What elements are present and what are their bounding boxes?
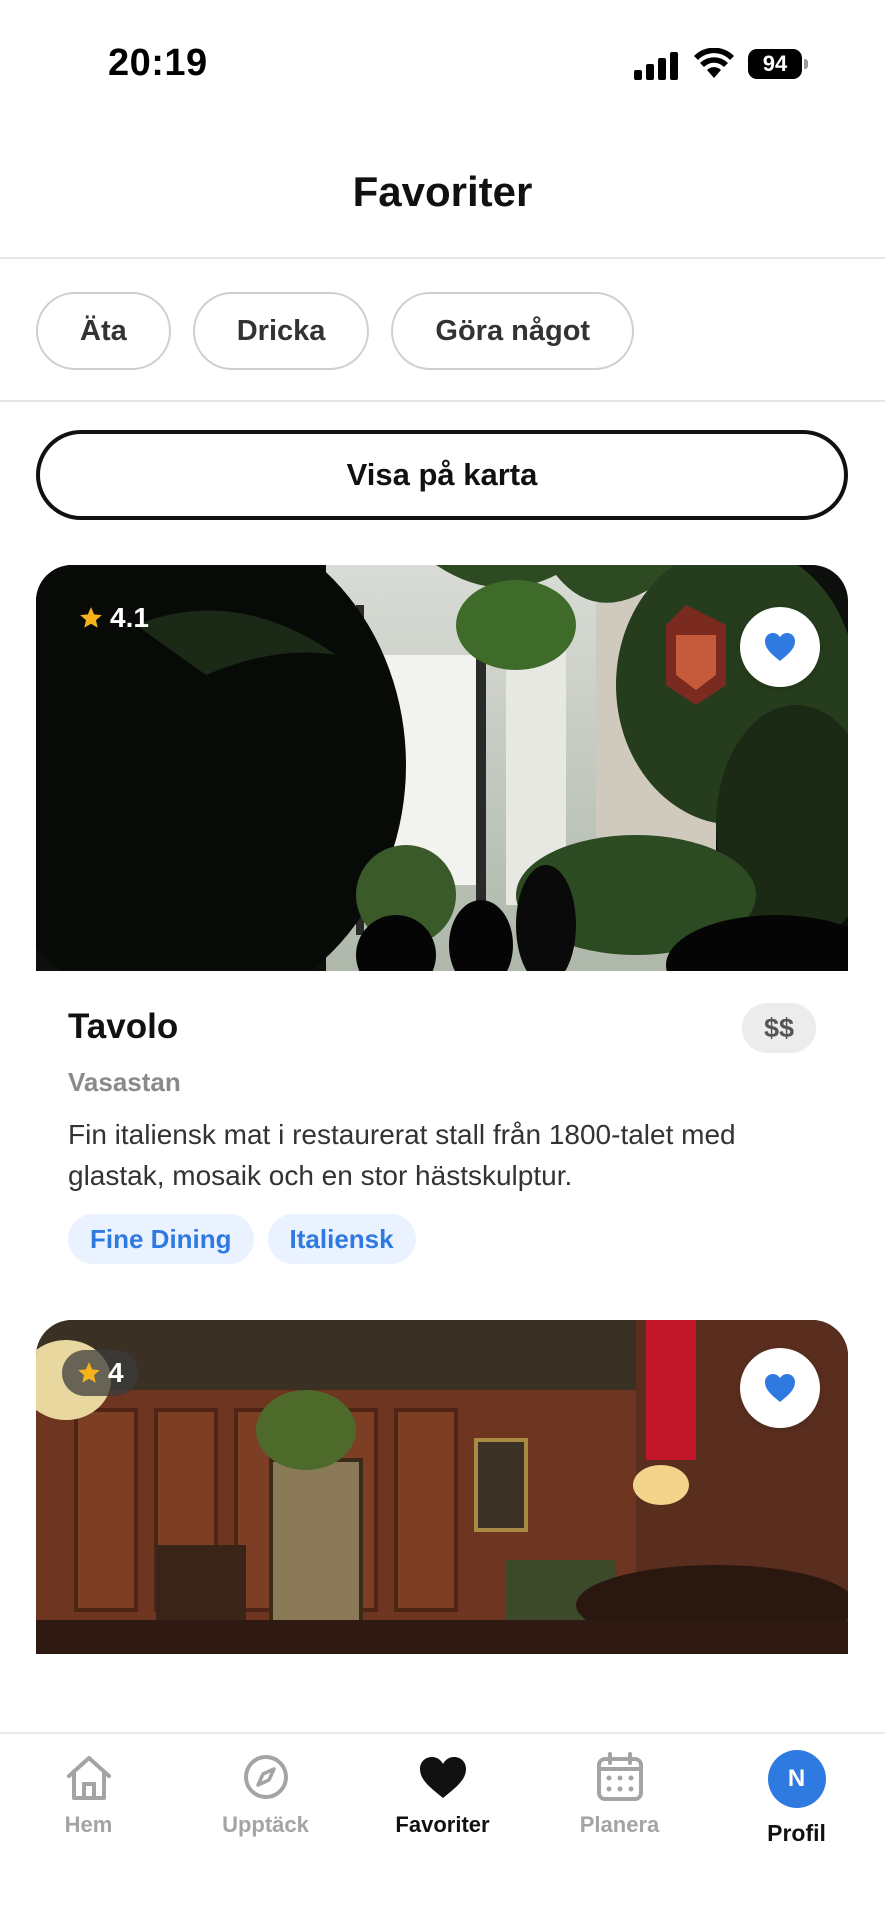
star-icon [80,607,102,628]
heart-icon [765,633,795,661]
filter-chip-gora-nagot[interactable]: Göra något [391,292,635,370]
tab-planera[interactable]: Planera [531,1750,708,1838]
battery-icon: 94 [748,49,808,79]
tab-bar: Hem Upptäck Favoriter Planera N Profil [0,1732,885,1920]
calendar-icon [596,1752,643,1801]
filter-chip-ata[interactable]: Äta [36,292,171,370]
battery-level: 94 [748,49,802,79]
favorite-button[interactable] [740,1348,820,1428]
price-badge: $$ [741,1003,816,1053]
heart-icon [765,1374,795,1402]
favorite-button[interactable] [740,607,820,687]
filter-chip-dricka[interactable]: Dricka [192,292,370,370]
home-icon [66,1756,111,1800]
header-divider [0,257,885,259]
place-description: Fin italiensk mat i restaurerat stall fr… [68,1119,736,1191]
page-title: Favoriter [352,168,533,215]
compass-icon [243,1755,288,1799]
tab-label: Hem [64,1812,113,1837]
cellular-signal-icon [634,52,678,80]
place-card[interactable]: 4.1 Tavolo $$ Vasastan Fin italiensk mat… [36,565,848,1264]
tab-label: Upptäck [222,1812,309,1837]
tab-hem[interactable]: Hem [0,1750,177,1838]
tab-label: Profil [767,1820,826,1846]
place-name: Tavolo [68,1007,179,1046]
filter-divider [0,400,885,402]
status-time: 20:19 [108,42,208,84]
place-details: Tavolo $$ Vasastan Fin italiensk mat i r… [36,971,848,1264]
place-photo: 4 [36,1320,848,1654]
tag-list: Fine Dining Italiensk [68,1214,816,1264]
show-on-map-button[interactable]: Visa på karta [36,430,848,520]
tab-favoriter[interactable]: Favoriter [354,1750,531,1838]
star-icon [78,1362,100,1383]
status-bar: 20:19 94 [0,0,885,120]
avatar: N [767,1750,826,1808]
wifi-icon [694,48,734,78]
rating-badge: 4 [62,1350,138,1396]
tab-profil[interactable]: N Profil [708,1750,885,1847]
tab-upptack[interactable]: Upptäck [177,1750,354,1838]
tab-label: Favoriter [395,1812,490,1837]
place-area: Vasastan [68,1067,181,1097]
tag[interactable]: Italiensk [267,1214,416,1264]
heart-icon [419,1757,466,1798]
place-photo: 4.1 [36,565,848,971]
rating-value: 4.1 [110,602,149,633]
rating-value: 4 [108,1357,124,1388]
tag[interactable]: Fine Dining [68,1214,254,1264]
place-card[interactable]: 4 [36,1320,848,1654]
rating-badge: 4.1 [64,595,163,641]
filter-chips: Äta Dricka Göra något [36,292,635,370]
tab-label: Planera [579,1812,660,1837]
